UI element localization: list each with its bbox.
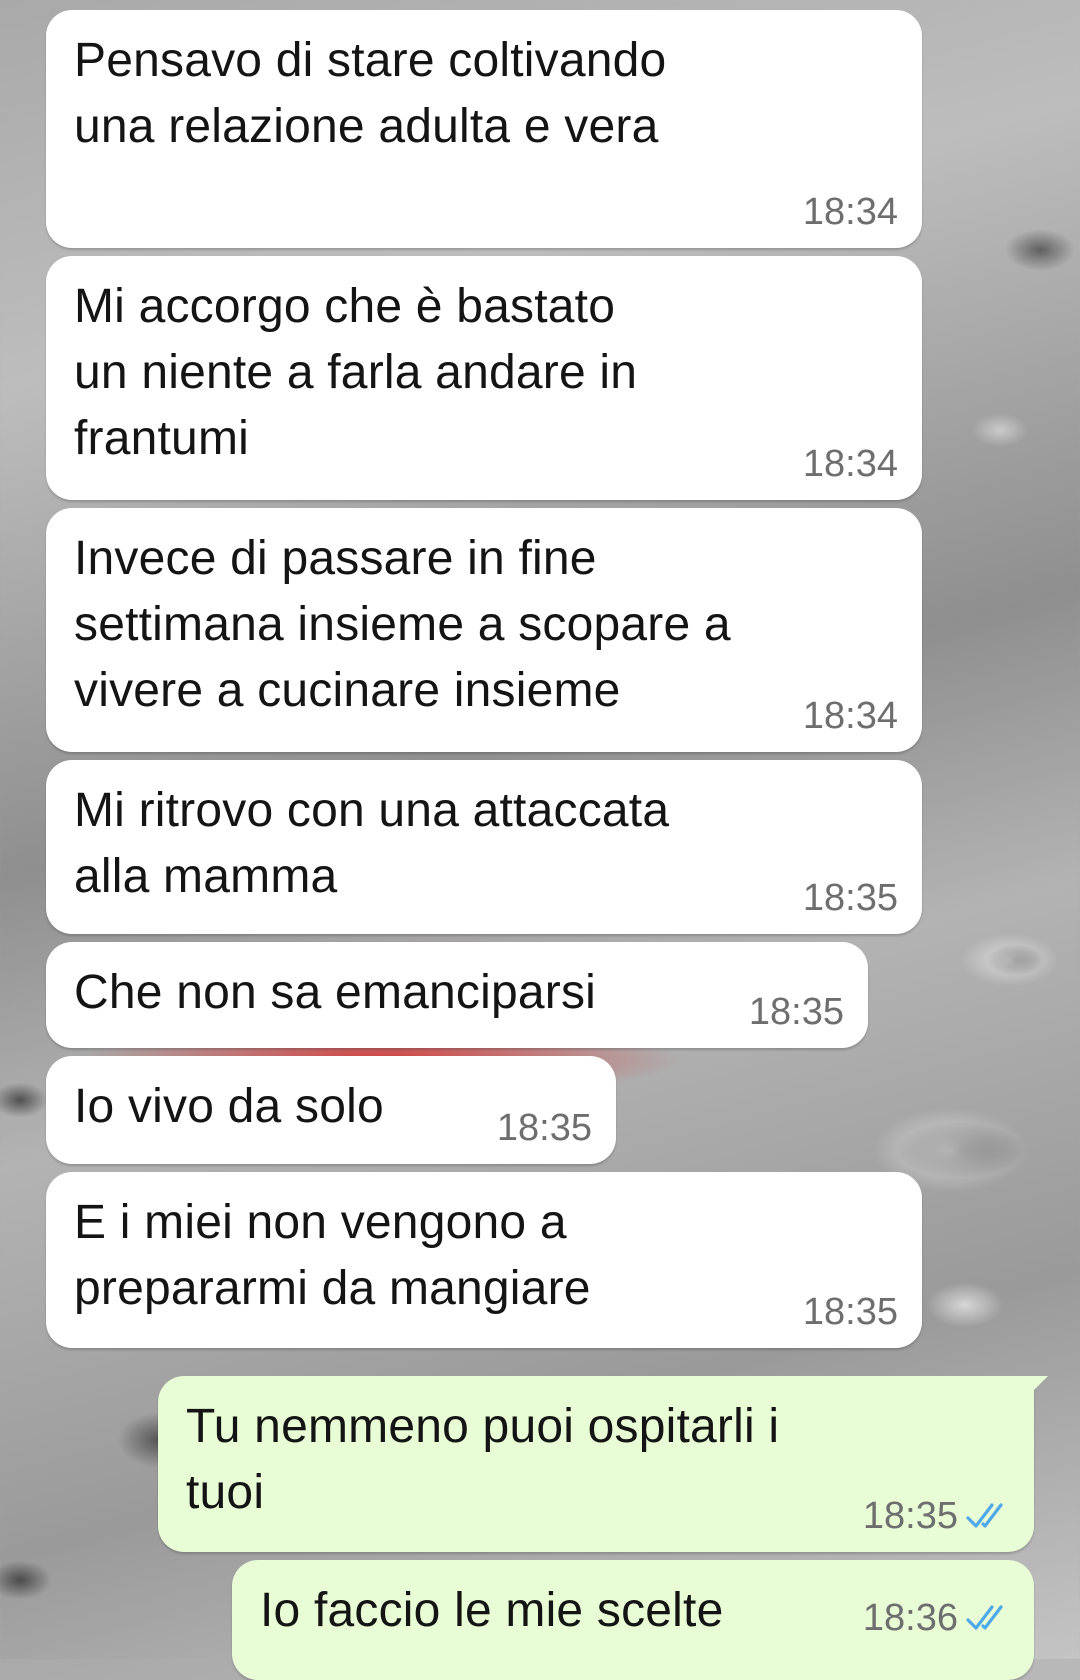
message-text: Mi ritrovo con una attaccata alla mamma <box>74 784 670 903</box>
message-time: 18:35 <box>496 1107 592 1149</box>
message-time: 18:36 <box>862 1597 958 1639</box>
message-bubble-incoming[interactable]: Invece di passare in fine settimana insi… <box>46 508 922 752</box>
message-text: Io vivo da solo <box>74 1080 384 1133</box>
message-bubble-incoming[interactable]: Mi ritrovo con una attaccata alla mamma … <box>46 760 922 934</box>
double-check-read-icon <box>966 1503 1003 1528</box>
message-bubble-incoming[interactable]: Pensavo di stare coltivando una relazion… <box>46 10 922 248</box>
double-check-read-icon <box>966 1605 1003 1630</box>
message-text: E i miei non vengono a prepararmi da man… <box>74 1196 591 1315</box>
message-timestamp: 18:34 <box>803 190 898 234</box>
message-text: Che non sa emanciparsi <box>74 966 597 1019</box>
message-time: 18:34 <box>802 443 898 485</box>
message-time: 18:35 <box>748 991 844 1033</box>
message-time: 18:35 <box>802 877 898 919</box>
message-timestamp: 18:35 <box>803 1290 898 1334</box>
message-text: Tu nemmeno puoi ospitarli i tuoi <box>186 1400 780 1519</box>
message-text: Invece di passare in fine settimana insi… <box>74 532 731 717</box>
message-bubble-outgoing[interactable]: Tu nemmeno puoi ospitarli i tuoi 18:35 <box>158 1376 1048 1552</box>
message-time: 18:35 <box>802 1291 898 1333</box>
message-bubble-incoming[interactable]: Che non sa emanciparsi 18:35 <box>46 942 868 1048</box>
message-bubble-outgoing[interactable]: Io faccio le mie scelte 18:36 <box>232 1560 1034 1680</box>
message-text: Pensavo di stare coltivando una relazion… <box>74 34 667 153</box>
message-time: 18:34 <box>802 191 898 233</box>
message-bubble-incoming[interactable]: Io vivo da solo 18:35 <box>46 1056 616 1164</box>
message-timestamp: 18:35 <box>863 1494 1010 1538</box>
bubble-tail <box>1026 1376 1048 1398</box>
message-timestamp: 18:34 <box>803 442 898 486</box>
message-timestamp: 18:35 <box>749 990 844 1034</box>
chat-background: Pensavo di stare coltivando una relazion… <box>0 0 1080 1680</box>
message-text: Io faccio le mie scelte <box>260 1584 724 1637</box>
message-timestamp: 18:34 <box>803 694 898 738</box>
message-time: 18:34 <box>802 695 898 737</box>
message-time: 18:35 <box>862 1495 958 1537</box>
message-timestamp: 18:35 <box>803 876 898 920</box>
message-text: Mi accorgo che è bastato un niente a far… <box>74 280 638 465</box>
message-bubble-incoming[interactable]: Mi accorgo che è bastato un niente a far… <box>46 256 922 500</box>
message-timestamp: 18:36 <box>863 1596 1010 1640</box>
message-timestamp: 18:35 <box>497 1106 592 1150</box>
message-bubble-incoming[interactable]: E i miei non vengono a prepararmi da man… <box>46 1172 922 1348</box>
